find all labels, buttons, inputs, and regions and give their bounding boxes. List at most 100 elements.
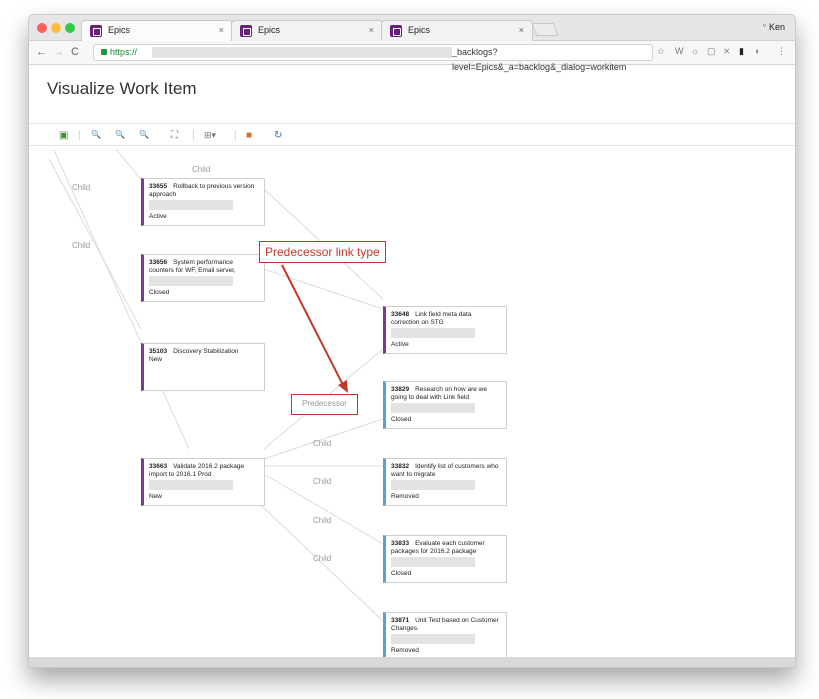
- visual-studio-icon: [240, 25, 252, 37]
- zoom-out-icon[interactable]: 🔍: [115, 130, 125, 139]
- tab-epics-1[interactable]: Epics ×: [81, 20, 233, 41]
- tab-epics-3[interactable]: Epics ×: [381, 20, 533, 41]
- extension-square-icon[interactable]: ▢: [707, 46, 716, 57]
- work-item-id: 33871: [391, 617, 410, 624]
- work-item-state: New: [149, 356, 163, 363]
- toolbar-divider: [29, 145, 795, 146]
- tab-bar: Epics × Epics × Epics × ᐡ Ken: [29, 15, 795, 41]
- work-item-id: 35103: [149, 348, 168, 355]
- work-item-id: 33656: [149, 259, 168, 266]
- toolbar-separator: |: [192, 130, 195, 141]
- edge-line: [114, 149, 142, 180]
- work-item-card[interactable]: 33648 Link field meta data correction on …: [383, 306, 507, 354]
- work-item-state: Active: [391, 341, 409, 348]
- profile-name: Ken: [768, 22, 785, 32]
- bookmark-star-icon[interactable]: ☆: [657, 46, 665, 57]
- forward-icon[interactable]: →: [53, 46, 64, 58]
- extension-sun-icon[interactable]: ☼: [691, 46, 699, 56]
- redacted-host: [152, 47, 452, 58]
- edge-line: [48, 158, 142, 330]
- tab-title: Epics: [258, 25, 281, 35]
- browser-window: Epics × Epics × Epics × ᐡ Ken ← → C https…: [28, 14, 796, 668]
- extension-x-icon[interactable]: ⨯: [723, 46, 731, 57]
- work-item-card[interactable]: 33832 Identify list of customers who want…: [383, 458, 507, 506]
- work-item-card[interactable]: 33833 Evaluate each customer packages for…: [383, 535, 507, 583]
- redacted-field: [391, 480, 475, 490]
- callout-arrow: [281, 264, 345, 388]
- work-item-state: New: [149, 493, 163, 500]
- extension-w-icon[interactable]: W: [675, 46, 684, 56]
- work-item-id: 33663: [149, 463, 168, 470]
- redacted-field: [149, 200, 233, 210]
- zoom-in-icon[interactable]: 🔍: [91, 130, 101, 139]
- url-scheme: https://: [110, 47, 138, 57]
- close-tab-icon[interactable]: ×: [369, 25, 374, 35]
- work-item-state: Closed: [391, 416, 412, 423]
- horizontal-scrollbar[interactable]: [29, 657, 795, 667]
- back-icon[interactable]: ←: [36, 46, 47, 58]
- profile-icon: ᐡ: [762, 22, 766, 32]
- work-item-card[interactable]: 33829 Research on how are we going to dea…: [383, 381, 507, 429]
- edge-label-child: Child: [313, 477, 332, 486]
- toolbar-separator: |: [234, 130, 237, 141]
- edge-label-child: Child: [313, 516, 332, 525]
- edge-line: [263, 268, 384, 310]
- zoom-reset-icon[interactable]: 🔍: [139, 130, 149, 139]
- visual-studio-icon: [90, 25, 102, 37]
- callout-arrowhead: [338, 380, 348, 393]
- work-item-state: Removed: [391, 493, 419, 500]
- profile-button[interactable]: ᐡ Ken: [762, 22, 785, 33]
- edge-label-child: Child: [313, 439, 332, 448]
- visual-studio-icon: [390, 25, 402, 37]
- graph-canvas[interactable]: Child Child Child Child Child Child Chil…: [29, 149, 795, 667]
- work-item-state: Removed: [391, 647, 419, 654]
- work-item-id: 33648: [391, 311, 410, 318]
- toolbar-separator: |: [78, 130, 81, 141]
- maximize-window-icon[interactable]: [65, 23, 75, 33]
- menu-dots-icon[interactable]: ⋮: [777, 46, 786, 57]
- predecessor-callout: Predecessor link type: [259, 241, 386, 263]
- redacted-field: [391, 328, 475, 338]
- refresh-icon[interactable]: ↻: [274, 130, 282, 141]
- address-bar-row: ← → C https:// _backlogs?level=Epics&_a=…: [29, 41, 795, 72]
- tab-epics-2[interactable]: Epics ×: [231, 20, 383, 41]
- close-tab-icon[interactable]: ×: [219, 25, 224, 35]
- work-item-title: Discovery Stabilization: [173, 348, 239, 355]
- redacted-field: [391, 634, 475, 644]
- extension-circle-icon[interactable]: ◐: [755, 46, 760, 56]
- work-item-id: 33833: [391, 540, 410, 547]
- work-item-id: 33832: [391, 463, 410, 470]
- work-item-id: 33829: [391, 386, 410, 393]
- tab-title: Epics: [408, 25, 431, 35]
- work-item-state: Active: [149, 213, 167, 220]
- work-item-card[interactable]: 33871 Unit Test based on Customer Changes…: [383, 612, 507, 660]
- url-input[interactable]: https:// _backlogs?level=Epics&_a=backlo…: [93, 44, 653, 72]
- reload-icon[interactable]: C: [71, 46, 79, 58]
- edge-label-child: Child: [72, 241, 91, 250]
- url-path: _backlogs?level=Epics&_a=backlog&_dialog…: [452, 47, 627, 72]
- divider: [29, 123, 795, 124]
- comment-icon[interactable]: ■: [246, 130, 252, 141]
- image-view-icon[interactable]: ▣: [59, 130, 68, 141]
- predecessor-edge-label: Predecessor: [291, 394, 358, 415]
- fit-to-screen-icon[interactable]: ⛶: [171, 130, 178, 141]
- extension-block-icon[interactable]: ▮: [739, 46, 744, 57]
- redacted-field: [391, 557, 475, 567]
- work-item-card[interactable]: 33663 Validate 2016.2 package import to 2…: [141, 458, 265, 506]
- edge-label-child: Child: [313, 554, 332, 563]
- redacted-field: [149, 276, 233, 286]
- layout-dropdown-icon[interactable]: ⊞▾: [204, 130, 216, 141]
- edge-label-child: Child: [72, 183, 91, 192]
- page-title: Visualize Work Item: [47, 79, 197, 98]
- close-window-icon[interactable]: [37, 23, 47, 33]
- redacted-field: [149, 480, 233, 490]
- lock-icon: [101, 49, 107, 55]
- work-item-card[interactable]: 33656 System performance counters for WF,…: [141, 254, 265, 302]
- close-tab-icon[interactable]: ×: [519, 25, 524, 35]
- work-item-card[interactable]: 33655 Rollback to previous version approa…: [141, 178, 265, 226]
- edge-label-child: Child: [192, 165, 211, 174]
- minimize-window-icon[interactable]: [51, 23, 61, 33]
- work-item-card[interactable]: 35103 Discovery Stabilization New: [141, 343, 265, 391]
- new-tab-button[interactable]: [531, 23, 559, 36]
- redacted-field: [391, 403, 475, 413]
